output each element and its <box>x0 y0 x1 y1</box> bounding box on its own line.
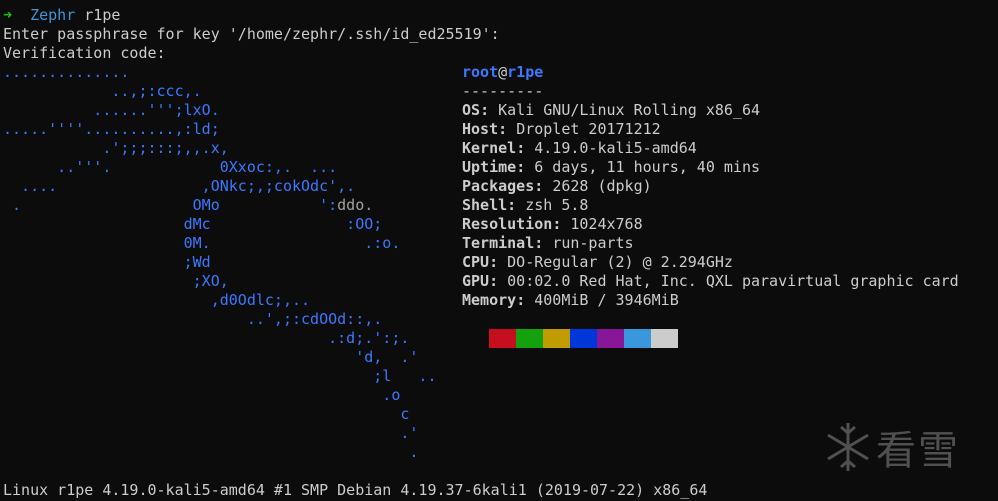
color-swatch <box>597 329 624 348</box>
info-value: 4.19.0-kali5-amd64 <box>534 139 697 157</box>
info-value: 1024x768 <box>570 215 643 233</box>
color-palette <box>489 329 678 348</box>
logo-art-line: . OMo ':ddo. <box>3 196 374 214</box>
info-key: Terminal <box>462 234 535 252</box>
logo-art-line: dMc :OO; <box>3 215 383 233</box>
logo-art-line: .....''''..........,:ld; <box>3 120 220 138</box>
shell-prompt: ➜ Zephr r1pe <box>3 6 120 25</box>
info-rows: OS: Kali GNU/Linux Rolling x86_64 Host: D… <box>462 101 959 310</box>
logo-art-line: ..'''. 0Xxoc:,. ... <box>3 158 338 176</box>
info-row-os: OS: Kali GNU/Linux Rolling x86_64 <box>462 101 959 120</box>
info-colon: : <box>552 215 571 233</box>
info-host: r1pe <box>507 63 544 81</box>
info-colon: : <box>534 177 553 195</box>
info-user: root <box>462 63 499 81</box>
kali-ascii-logo: .............. ..,;:ccc,. ......''';lxO.… <box>3 63 436 462</box>
passphrase-prompt: Enter passphrase for key '/home/zephr/.s… <box>3 25 500 43</box>
logo-art-line: c <box>3 405 410 423</box>
info-separator: --------- <box>462 82 544 100</box>
info-key: Kernel <box>462 139 517 157</box>
logo-art-line: .:d;.':;. <box>3 329 410 347</box>
info-value: Kali GNU/Linux Rolling x86_64 <box>498 101 761 119</box>
logo-art-line: . <box>3 443 419 461</box>
color-swatch <box>651 329 678 348</box>
info-value: zsh 5.8 <box>525 196 589 214</box>
info-value: 6 days, 11 hours, 40 mins <box>534 158 761 176</box>
info-value: 2628 (dpkg) <box>552 177 652 195</box>
color-swatch <box>543 329 570 348</box>
color-swatch <box>516 329 543 348</box>
info-colon: : <box>516 139 535 157</box>
info-value: 400MiB / 3946MiB <box>534 291 679 309</box>
info-value: Droplet 20171212 <box>516 120 661 138</box>
prompt-command: r1pe <box>84 6 121 24</box>
info-colon: : <box>498 120 517 138</box>
logo-art-line: 0M. .:o. <box>3 234 401 252</box>
info-row-shell: Shell: zsh 5.8 <box>462 196 959 215</box>
info-value: run-parts <box>552 234 634 252</box>
info-colon: : <box>480 101 499 119</box>
logo-art-line: ;Wd <box>3 253 211 271</box>
info-key: Uptime <box>462 158 517 176</box>
info-key: Resolution <box>462 215 553 233</box>
info-colon: : <box>534 234 553 252</box>
logo-art-line: .';;;:::;,,.x, <box>3 139 229 157</box>
logo-art-line: ,d0Odlc;,.. <box>3 291 311 309</box>
info-key: OS <box>462 101 481 119</box>
logo-art-line: ..',;:cdOOd::,. <box>3 310 383 328</box>
info-colon: : <box>516 158 535 176</box>
uname-output: Linux r1pe 4.19.0-kali5-amd64 #1 SMP Deb… <box>3 481 708 499</box>
info-colon: : <box>489 272 508 290</box>
info-row-memory: Memory: 400MiB / 3946MiB <box>462 291 959 310</box>
logo-art-line: .' <box>3 424 419 442</box>
info-row-cpu: CPU: DO-Regular (2) @ 2.294GHz <box>462 253 959 272</box>
logo-art-line: ;XO, <box>3 272 229 290</box>
logo-art-line: ;l .. <box>3 367 437 385</box>
info-row-packages: Packages: 2628 (dpkg) <box>462 177 959 196</box>
color-swatch <box>489 329 516 348</box>
verification-prompt: Verification code: <box>3 44 166 62</box>
kanxue-watermark: 看雪 <box>826 418 960 476</box>
logo-art-line: .... ,ONkc;,;cokOdc',. <box>3 177 356 195</box>
logo-art-line: ..,;:ccc,. <box>3 82 202 100</box>
info-colon: : <box>489 253 508 271</box>
logo-art-fragment: ddo. <box>337 196 374 214</box>
info-header: root@r1pe <box>462 63 959 82</box>
color-swatch <box>570 329 597 348</box>
info-row-terminal: Terminal: run-parts <box>462 234 959 253</box>
logo-art-line: 'd, .' <box>3 348 419 366</box>
logo-art-line: .o <box>3 386 401 404</box>
info-row-host: Host: Droplet 20171212 <box>462 120 959 139</box>
info-row-gpu: GPU: 00:02.0 Red Hat, Inc. QXL paravirtu… <box>462 272 959 291</box>
watermark-text: 看雪 <box>876 428 960 474</box>
info-key: Packages <box>462 177 535 195</box>
prompt-arrow: ➜ <box>3 6 13 24</box>
info-key: GPU <box>462 272 490 290</box>
info-key: Host <box>462 120 499 138</box>
info-row-resolution: Resolution: 1024x768 <box>462 215 959 234</box>
snowflake-icon <box>827 423 869 471</box>
info-value: 00:02.0 Red Hat, Inc. QXL paravirtual gr… <box>507 272 959 290</box>
info-value: DO-Regular (2) @ 2.294GHz <box>507 253 733 271</box>
logo-art-line: .............. <box>3 63 130 81</box>
prompt-directory: Zephr <box>30 6 76 24</box>
info-row-kernel: Kernel: 4.19.0-kali5-amd64 <box>462 139 959 158</box>
info-at: @ <box>498 63 508 81</box>
info-colon: : <box>516 291 535 309</box>
info-key: CPU <box>462 253 490 271</box>
info-row-uptime: Uptime: 6 days, 11 hours, 40 mins <box>462 158 959 177</box>
info-colon: : <box>507 196 526 214</box>
info-key: Shell <box>462 196 508 214</box>
logo-art-line: ......''';lxO. <box>3 101 220 119</box>
color-swatch <box>624 329 651 348</box>
system-info: root@r1pe --------- OS: Kali GNU/Linux R… <box>462 63 959 310</box>
info-key: Memory <box>462 291 517 309</box>
